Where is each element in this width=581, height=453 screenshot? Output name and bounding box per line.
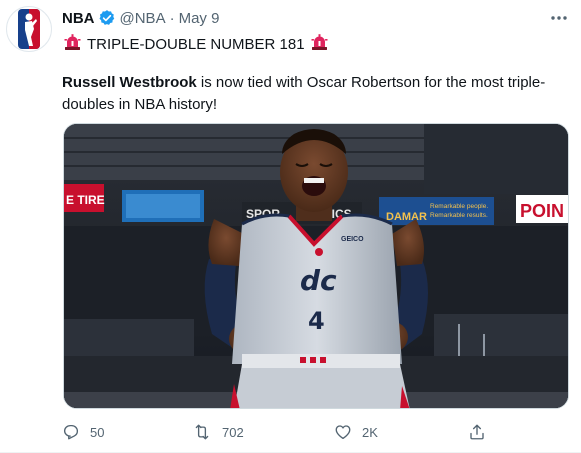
tweet-actions: 50 702 2K: [62, 420, 562, 444]
retweet-count: 702: [222, 424, 244, 440]
body-player-name: Russell Westbrook: [62, 74, 197, 91]
siren-emoji-icon: [64, 33, 81, 55]
banner-point-text: POIN: [520, 201, 564, 221]
retweet-icon: [195, 424, 209, 440]
more-options-icon[interactable]: [549, 8, 569, 28]
reply-count: 50: [90, 424, 105, 440]
headline-line: TRIPLE-DOUBLE NUMBER 181: [62, 33, 328, 55]
arena-banner-damar: DAMAR Remarkable people. Remarkable resu…: [379, 197, 494, 225]
jersey-number: 4: [308, 307, 325, 335]
nba-logo-icon: [18, 9, 40, 49]
avatar[interactable]: [6, 6, 52, 52]
banner-damar-text: DAMAR: [386, 211, 427, 223]
jersey-logo: dc: [300, 264, 337, 297]
arena-banner-point: POIN: [516, 195, 568, 223]
share-button[interactable]: [468, 420, 486, 444]
tweet-photo[interactable]: E TIRE SPOR HICS DAMAR Remarkable people…: [63, 123, 569, 409]
verified-badge-icon: [98, 9, 116, 27]
retweet-button[interactable]: 702: [192, 420, 244, 444]
siren-emoji-icon: [311, 33, 328, 55]
handle[interactable]: @NBA: [120, 10, 166, 27]
headline-text: TRIPLE-DOUBLE NUMBER 181: [87, 35, 305, 53]
tweet-header: NBA @NBA · May 9: [62, 8, 219, 28]
banner-damar-line1: Remarkable people.: [430, 203, 488, 210]
reply-button[interactable]: 50: [62, 420, 104, 444]
heart-icon: [335, 425, 351, 440]
arena-banner-left: E TIRE: [64, 184, 105, 212]
jersey-brand: GEICO: [341, 236, 364, 243]
display-name[interactable]: NBA: [62, 10, 95, 27]
like-button[interactable]: 2K: [334, 420, 378, 444]
tweet-card[interactable]: NBA @NBA · May 9 TRIPLE-DOUBLE NUMBER 18…: [0, 0, 581, 453]
tweet-body: Russell Westbrook is now tied with Oscar…: [62, 72, 562, 116]
tweet-date[interactable]: May 9: [179, 10, 220, 27]
banner-tire-text: E TIRE: [66, 193, 105, 207]
banner-damar-line2: Remarkable results.: [430, 212, 488, 219]
separator-dot: ·: [169, 9, 175, 27]
like-count: 2K: [362, 424, 378, 440]
reply-icon: [63, 424, 79, 440]
share-icon: [470, 424, 484, 440]
